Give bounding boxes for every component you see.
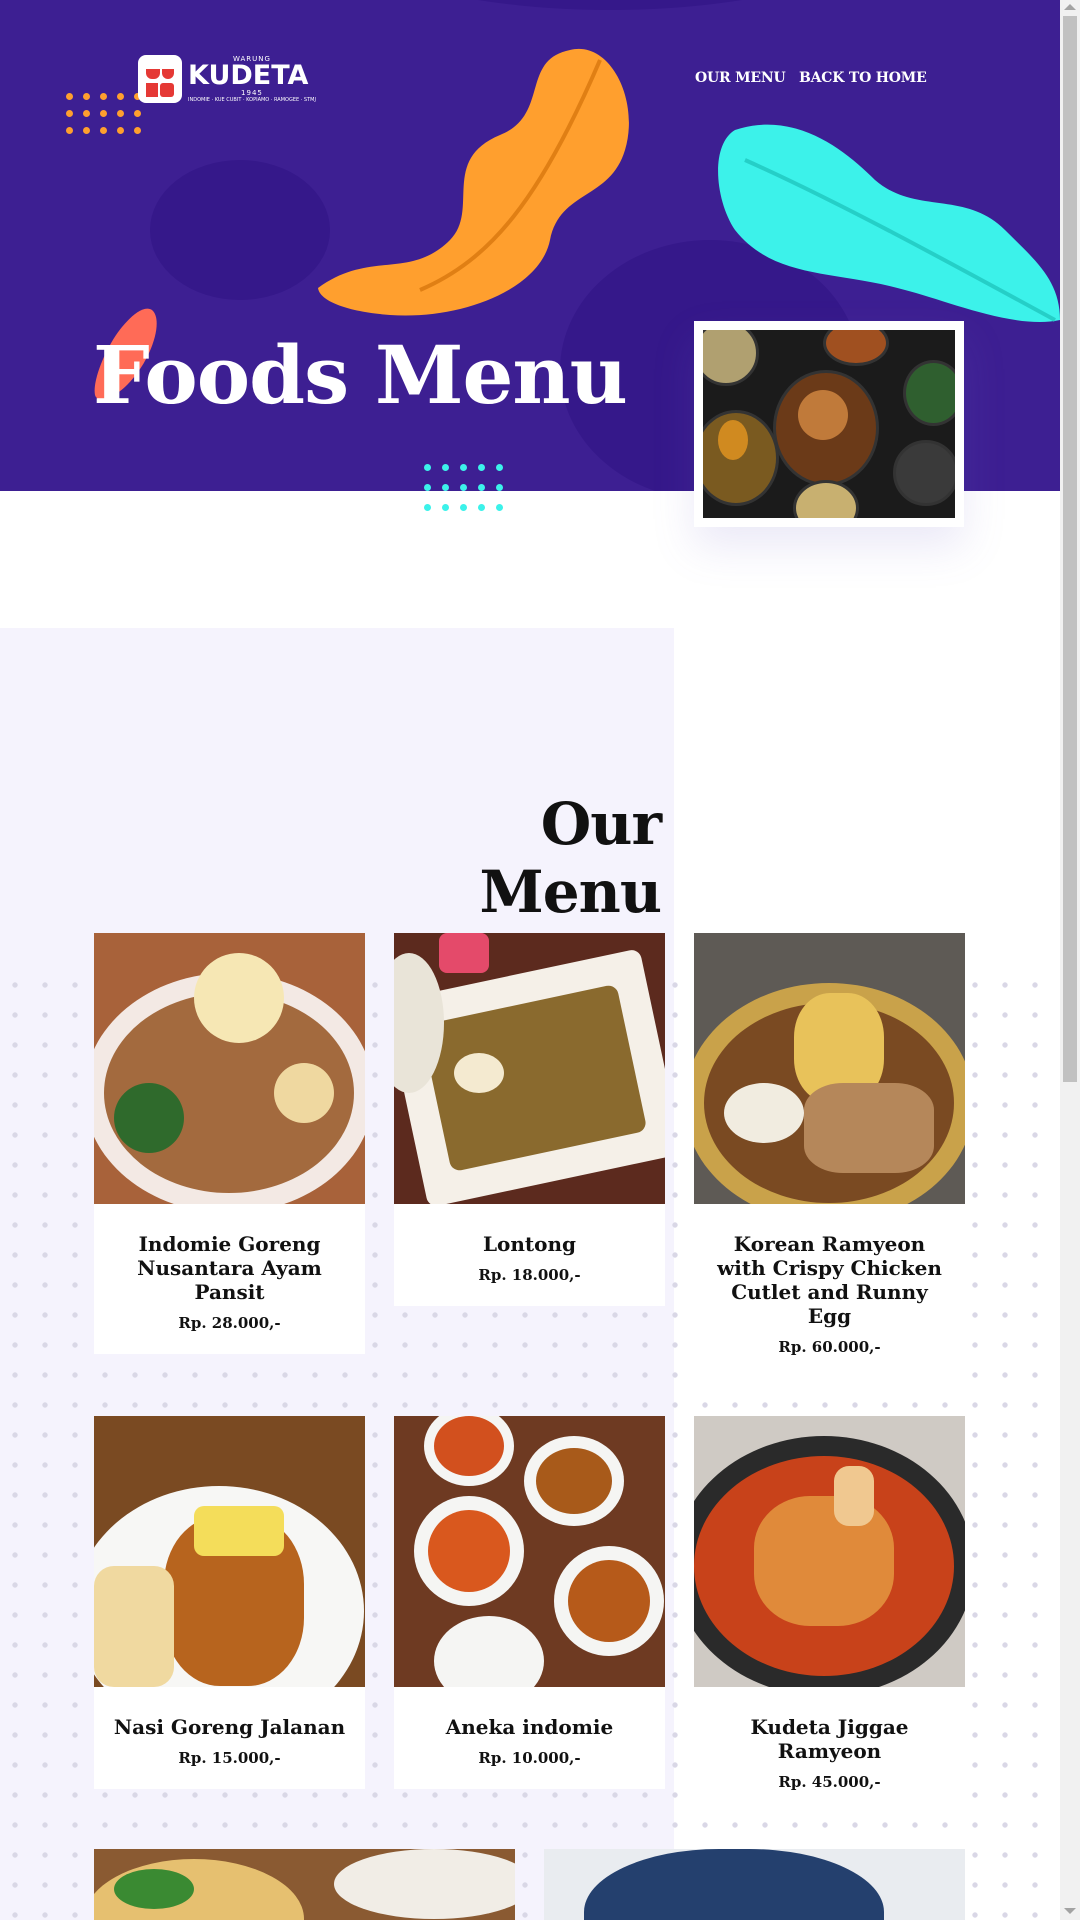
logo-name: KUDETA	[188, 60, 309, 91]
food-image	[94, 1416, 365, 1687]
menu-item-price: Rp. 45.000,-	[778, 1773, 881, 1791]
menu-card[interactable]: Indomie Goreng Nusantara Ayam Pansit Rp.…	[94, 933, 365, 1354]
menu-item-name: Indomie Goreng Nusantara Ayam Pansit	[137, 1232, 322, 1304]
menu-item-name: Lontong	[482, 1232, 577, 1256]
menu-item-price: Rp. 15.000,-	[178, 1749, 281, 1767]
menu-card-partial[interactable]	[94, 1849, 515, 1920]
orange-leaf-decoration	[318, 48, 629, 316]
nav-our-menu[interactable]: OUR MENU	[695, 70, 786, 86]
scroll-up-arrow-icon[interactable]	[1064, 4, 1076, 10]
food-image	[394, 1416, 665, 1687]
menu-card[interactable]: Nasi Goreng Jalanan Rp. 15.000,-	[94, 1416, 365, 1789]
food-image	[394, 933, 665, 1204]
hero-food-photo	[694, 321, 964, 527]
menu-card[interactable]: Lontong Rp. 18.000,-	[394, 933, 665, 1306]
food-image	[94, 1849, 515, 1920]
section-title: Our Menu	[479, 790, 662, 926]
scrollbar-thumb[interactable]	[1063, 16, 1077, 1082]
menu-item-price: Rp. 10.000,-	[478, 1749, 581, 1767]
food-image	[694, 933, 965, 1204]
food-image	[694, 1416, 965, 1687]
page-title: Foods Menu	[93, 328, 628, 422]
menu-item-price: Rp. 60.000,-	[778, 1338, 881, 1356]
menu-item-name: Nasi Goreng Jalanan	[113, 1715, 346, 1739]
hero-blob	[150, 160, 330, 300]
menu-item-name: Kudeta Jiggae Ramyeon	[750, 1715, 909, 1763]
menu-item-name: Korean Ramyeon with Crispy Chicken Cutle…	[717, 1232, 942, 1328]
menu-item-price: Rp. 18.000,-	[478, 1266, 581, 1284]
food-image	[544, 1849, 965, 1920]
hero-blob	[300, 0, 920, 10]
menu-item-name: Aneka indomie	[445, 1715, 614, 1739]
kudeta-logo[interactable]: WARUNG KUDETA 1945 INDOMIE · KUE CUBIT ·…	[138, 53, 318, 105]
menu-card[interactable]: Kudeta Jiggae Ramyeon Rp. 45.000,-	[694, 1416, 965, 1813]
cyan-dot-pattern	[424, 464, 503, 511]
logo-mark-icon	[138, 55, 182, 103]
logo-tagline: INDOMIE · KUE CUBIT · KOPIAMO · RAMOGEE …	[188, 97, 316, 103]
menu-card[interactable]: Korean Ramyeon with Crispy Chicken Cutle…	[694, 933, 965, 1378]
nav-back-to-home[interactable]: BACK TO HOME	[799, 70, 927, 86]
scroll-down-arrow-icon[interactable]	[1064, 1908, 1076, 1914]
orange-dot-pattern	[66, 93, 141, 134]
cyan-leaf-decoration	[718, 124, 1060, 323]
food-image	[94, 933, 365, 1204]
menu-card[interactable]: Aneka indomie Rp. 10.000,-	[394, 1416, 665, 1789]
menu-item-price: Rp. 28.000,-	[178, 1314, 281, 1332]
menu-card-partial[interactable]	[544, 1849, 965, 1920]
